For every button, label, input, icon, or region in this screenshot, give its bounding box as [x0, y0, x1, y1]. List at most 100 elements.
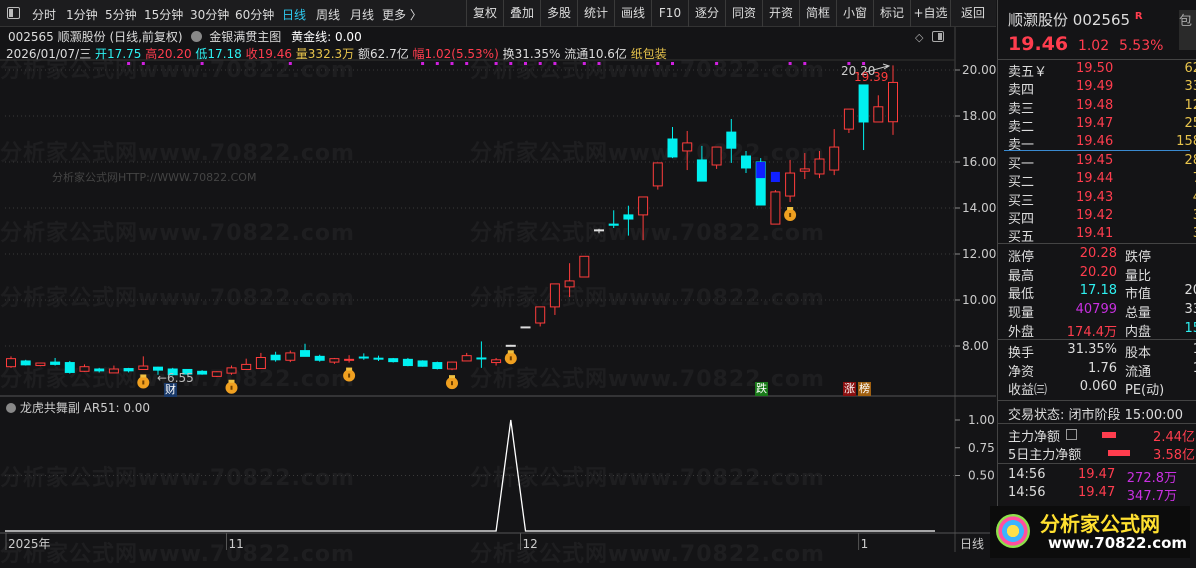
candle-body [520, 326, 531, 329]
list-icon[interactable] [1066, 429, 1077, 440]
candle [402, 357, 413, 367]
bid-row-cell: 19.44 [1076, 171, 1114, 187]
annotation-bang: 榜 [858, 382, 871, 396]
stat-row: 现量 40799 总量 33 [1008, 302, 1196, 322]
annotation-zhang: 涨 [843, 382, 856, 396]
stat2-row-cell: 净资 [1008, 364, 1035, 380]
candle-body [814, 158, 825, 175]
side-tab[interactable]: 包 [1179, 10, 1196, 50]
candle-body [270, 354, 281, 361]
candle [447, 361, 457, 371]
candle-body [564, 280, 575, 288]
candle-body [197, 370, 208, 375]
divider [998, 59, 1196, 60]
candle-body [300, 350, 310, 357]
ask-row-cell: 62 [1184, 61, 1196, 76]
signal-dot [494, 62, 498, 65]
candle-body [888, 81, 898, 123]
kline-chart[interactable]: 20.00 18.00 16.00 14.00 12.00 10.00 8.00 1.00 0.… [0, 0, 996, 558]
candle-body [711, 146, 722, 166]
candle-body [785, 172, 796, 197]
candle-body [50, 361, 61, 365]
candle [652, 162, 663, 190]
bid-row-cell: 19.42 [1076, 207, 1114, 223]
candle-body [64, 362, 75, 373]
candle [564, 263, 575, 298]
overlay-box [770, 171, 780, 183]
stat-row-cell: 20.28 [1079, 246, 1117, 261]
indicator-tick-label: 1.00 [968, 413, 995, 427]
moneybag-icon [504, 350, 517, 365]
overlay-box [756, 162, 766, 179]
signal-dot [524, 62, 527, 65]
candle [623, 205, 634, 236]
candle [491, 357, 502, 366]
stat2-row-cell: 0.060 [1079, 379, 1117, 395]
candle-body [608, 223, 619, 226]
candle [123, 367, 134, 373]
signal-dot [715, 62, 719, 65]
moneybag-icon [225, 379, 238, 394]
stat-row: 外盘 174.4万内盘 15 [1008, 321, 1196, 340]
moneybag-icon [446, 375, 458, 390]
stat-row-cell: 最低 [1008, 287, 1035, 303]
candle [241, 358, 252, 370]
indicator-dropdown-icon[interactable] [6, 403, 16, 413]
candle-body [594, 229, 604, 232]
signal-dot [465, 62, 469, 65]
tick-row-cell: 19.47 [1078, 485, 1116, 500]
price-tick-label: 20.00 [962, 63, 996, 77]
candle-body [682, 142, 693, 152]
flow-row: 主力净额 2.44亿 [1008, 426, 1196, 445]
stat-row-cell: 内盘 [1125, 324, 1152, 340]
candle [270, 351, 281, 362]
stat-row-cell: 现量 [1008, 306, 1035, 322]
moneybag-mark [451, 381, 453, 386]
candle-body [314, 355, 325, 361]
tick-row-cell: 347.7万 [1126, 489, 1177, 504]
stat-row-cell: 外盘 [1008, 324, 1035, 340]
stock-name-code: 顺灏股份 002565 R [1008, 9, 1143, 30]
candle-body [402, 358, 413, 367]
candle [138, 356, 149, 370]
candle [785, 159, 796, 203]
candle [388, 357, 399, 363]
candle [726, 118, 737, 163]
candle [79, 364, 90, 372]
price-tick-label: 14.00 [962, 201, 996, 215]
candle [285, 350, 296, 363]
ask-row-cell: 19.48 [1076, 97, 1114, 113]
ar51-line [5, 419, 935, 532]
stat2-row: 换手31.35%股本1 [1008, 342, 1196, 361]
sub-indicator-name[interactable]: 龙虎共舞副 [20, 401, 80, 415]
candle-body [579, 255, 590, 278]
moneybag-tie [228, 379, 235, 383]
candle [197, 370, 208, 375]
moneybag-icon [784, 207, 797, 222]
annotation-die: 跌 [755, 382, 768, 396]
candle [829, 129, 840, 176]
sub-indicator-value: AR51: 0.00 [83, 401, 151, 415]
period-label: 日线 [960, 537, 984, 551]
candle [94, 367, 105, 373]
candle [108, 365, 119, 374]
flow-bar [1108, 450, 1130, 456]
logo-flower-icon [996, 514, 1030, 548]
price-tick-label: 8.00 [962, 339, 989, 353]
bid-row-cell: 买三 [1008, 193, 1035, 209]
candle [432, 361, 443, 370]
candle-body [35, 362, 46, 367]
ask-row-cell: 12 [1184, 97, 1196, 113]
ask-row-cell: 19.47 [1076, 115, 1114, 131]
stat-row-cell: 量比 [1125, 268, 1152, 284]
candle [314, 354, 325, 362]
ask-row: 卖三 19.48 12 [1008, 97, 1196, 117]
candle [608, 210, 619, 229]
candle-body [329, 358, 340, 363]
stat-row-cell: 20 [1184, 283, 1196, 299]
stat2-row-cell: 股本 [1125, 346, 1152, 361]
moneybag-tie [449, 375, 455, 379]
candle [814, 150, 825, 179]
stat-row: 最低 17.18 市值 20 [1008, 283, 1196, 303]
candle-body [549, 283, 560, 308]
